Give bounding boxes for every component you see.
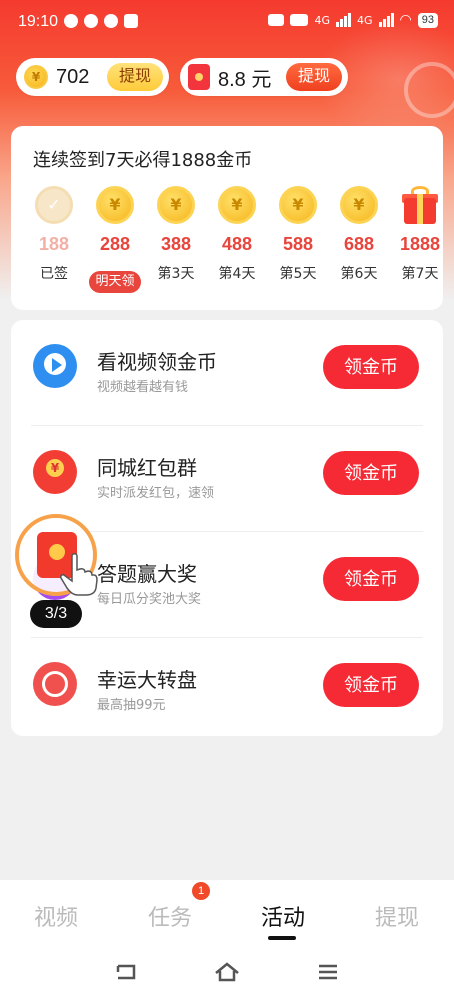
task-title: 同城红包群	[97, 456, 197, 480]
task-lucky-wheel: 幸运大转盘 最高抽99元 领金币	[11, 638, 443, 744]
coin-balance: 702	[56, 65, 90, 88]
sign-in-days: ✓ 188 已签 ¥ 288 明天领 ¥ 388 第3天 ¥ 488 第4天 ¥…	[23, 186, 443, 306]
task-title: 看视频领金币	[97, 350, 217, 374]
gold-coin-icon: ¥	[218, 186, 256, 224]
sign-day-5[interactable]: ¥ 588 第5天	[267, 186, 329, 285]
task-subtitle: 最高抽99元	[97, 698, 166, 713]
wechat-icon	[64, 14, 78, 28]
cash-balance-pill: 8.8 元 提现	[180, 58, 348, 96]
day-reward: 388	[160, 234, 192, 254]
day-reward: 1888	[399, 234, 441, 254]
claim-coins-button[interactable]: 领金币	[323, 451, 419, 495]
gold-coin-icon: ¥	[157, 186, 195, 224]
task-subtitle: 视频越看越有钱	[97, 380, 189, 395]
sign-day-3[interactable]: ¥ 388 第3天	[145, 186, 207, 285]
gold-coin-icon: ¥	[24, 65, 48, 89]
gold-coin-icon: ¥	[279, 186, 317, 224]
bottom-navigation: 视频 任务 活动 提现	[0, 880, 454, 946]
notification-icons	[64, 14, 138, 28]
day-reward: 488	[221, 234, 253, 254]
lucky-wheel-icon	[33, 662, 77, 706]
coin-balance-pill: ¥ 702 提现	[16, 58, 169, 96]
system-icons: 4G 4G ◠ 93	[268, 12, 438, 28]
day-label: 第6天	[340, 266, 378, 282]
red-packet-icon	[188, 64, 210, 90]
sign-day-4[interactable]: ¥ 488 第4天	[206, 186, 268, 285]
sign-day-2[interactable]: ¥ 288 明天领	[84, 186, 146, 293]
day-reward: 688	[343, 234, 375, 254]
sign-day-7[interactable]: 1888 第7天	[389, 186, 451, 285]
back-icon[interactable]	[112, 960, 140, 984]
sign-in-title: 连续签到7天必得1888金币	[33, 150, 253, 171]
gift-box-icon	[402, 186, 438, 224]
tomorrow-badge: 明天领	[89, 271, 141, 293]
packet-counter-badge: 3/3	[30, 600, 82, 628]
hd-icon	[290, 14, 309, 26]
day-label: 第7天	[401, 266, 439, 282]
status-time: 19:10	[18, 13, 59, 30]
checkmark-coin-icon: ✓	[35, 186, 73, 224]
tab-video[interactable]: 视频	[16, 900, 96, 932]
network-label-2: 4G	[357, 13, 373, 27]
system-navigation-bar	[0, 946, 454, 1000]
pointing-hand-icon	[60, 553, 98, 596]
message-icon	[124, 14, 138, 28]
coin-withdraw-button[interactable]: 提现	[106, 63, 163, 91]
tab-activity[interactable]: 活动	[243, 900, 323, 932]
day-reward: 188	[38, 234, 70, 254]
day-label: 已签	[40, 266, 68, 282]
tab-tasks[interactable]: 任务	[130, 900, 210, 932]
task-subtitle: 每日瓜分奖池大奖	[97, 592, 202, 607]
cash-withdraw-button[interactable]: 提现	[285, 63, 342, 91]
wifi-icon: ◠	[399, 12, 412, 28]
active-tab-indicator	[268, 936, 296, 940]
cash-balance: 8.8 元	[218, 68, 272, 91]
network-label-1: 4G	[314, 13, 330, 27]
claim-coins-button[interactable]: 领金币	[323, 663, 419, 707]
claim-coins-button[interactable]: 领金币	[323, 345, 419, 389]
tab-withdraw[interactable]: 提现	[357, 900, 437, 932]
gold-coin-icon: ¥	[96, 186, 134, 224]
day-label: 第4天	[218, 266, 256, 282]
home-icon[interactable]	[213, 960, 241, 984]
sign-day-1[interactable]: ✓ 188 已签	[23, 186, 85, 285]
task-subtitle: 实时派发红包，速领	[97, 486, 215, 501]
alarm-icon	[268, 14, 285, 26]
sign-day-6[interactable]: ¥ 688 第6天	[328, 186, 390, 285]
day-label: 第3天	[157, 266, 195, 282]
battery-indicator: 93	[417, 12, 438, 28]
day-reward: 588	[282, 234, 314, 254]
task-watch-video: 看视频领金币 视频越看越有钱 领金币	[11, 320, 443, 426]
red-envelope-icon	[33, 450, 77, 494]
claim-coins-button[interactable]: 领金币	[323, 557, 419, 601]
sign-in-card: 连续签到7天必得1888金币 ✓ 188 已签 ¥ 288 明天领 ¥ 388 …	[11, 126, 443, 310]
task-title: 幸运大转盘	[97, 668, 197, 692]
task-city-red-packet-group: 同城红包群 实时派发红包，速领 领金币	[11, 426, 443, 532]
droplet-icon	[84, 14, 98, 28]
signal-icon	[336, 13, 351, 27]
decorative-coin-icon	[404, 62, 454, 118]
app-notification-icon	[104, 14, 118, 28]
menu-icon[interactable]	[314, 960, 342, 984]
status-bar: 19:10 4G 4G ◠ 93	[0, 0, 454, 46]
day-label: 第5天	[279, 266, 317, 282]
task-title: 答题赢大奖	[97, 562, 197, 586]
gold-coin-icon: ¥	[340, 186, 378, 224]
day-reward: 288	[99, 234, 131, 254]
signal-icon-2	[378, 13, 394, 27]
video-play-icon	[33, 344, 77, 388]
task-notification-badge: 1	[192, 882, 210, 900]
